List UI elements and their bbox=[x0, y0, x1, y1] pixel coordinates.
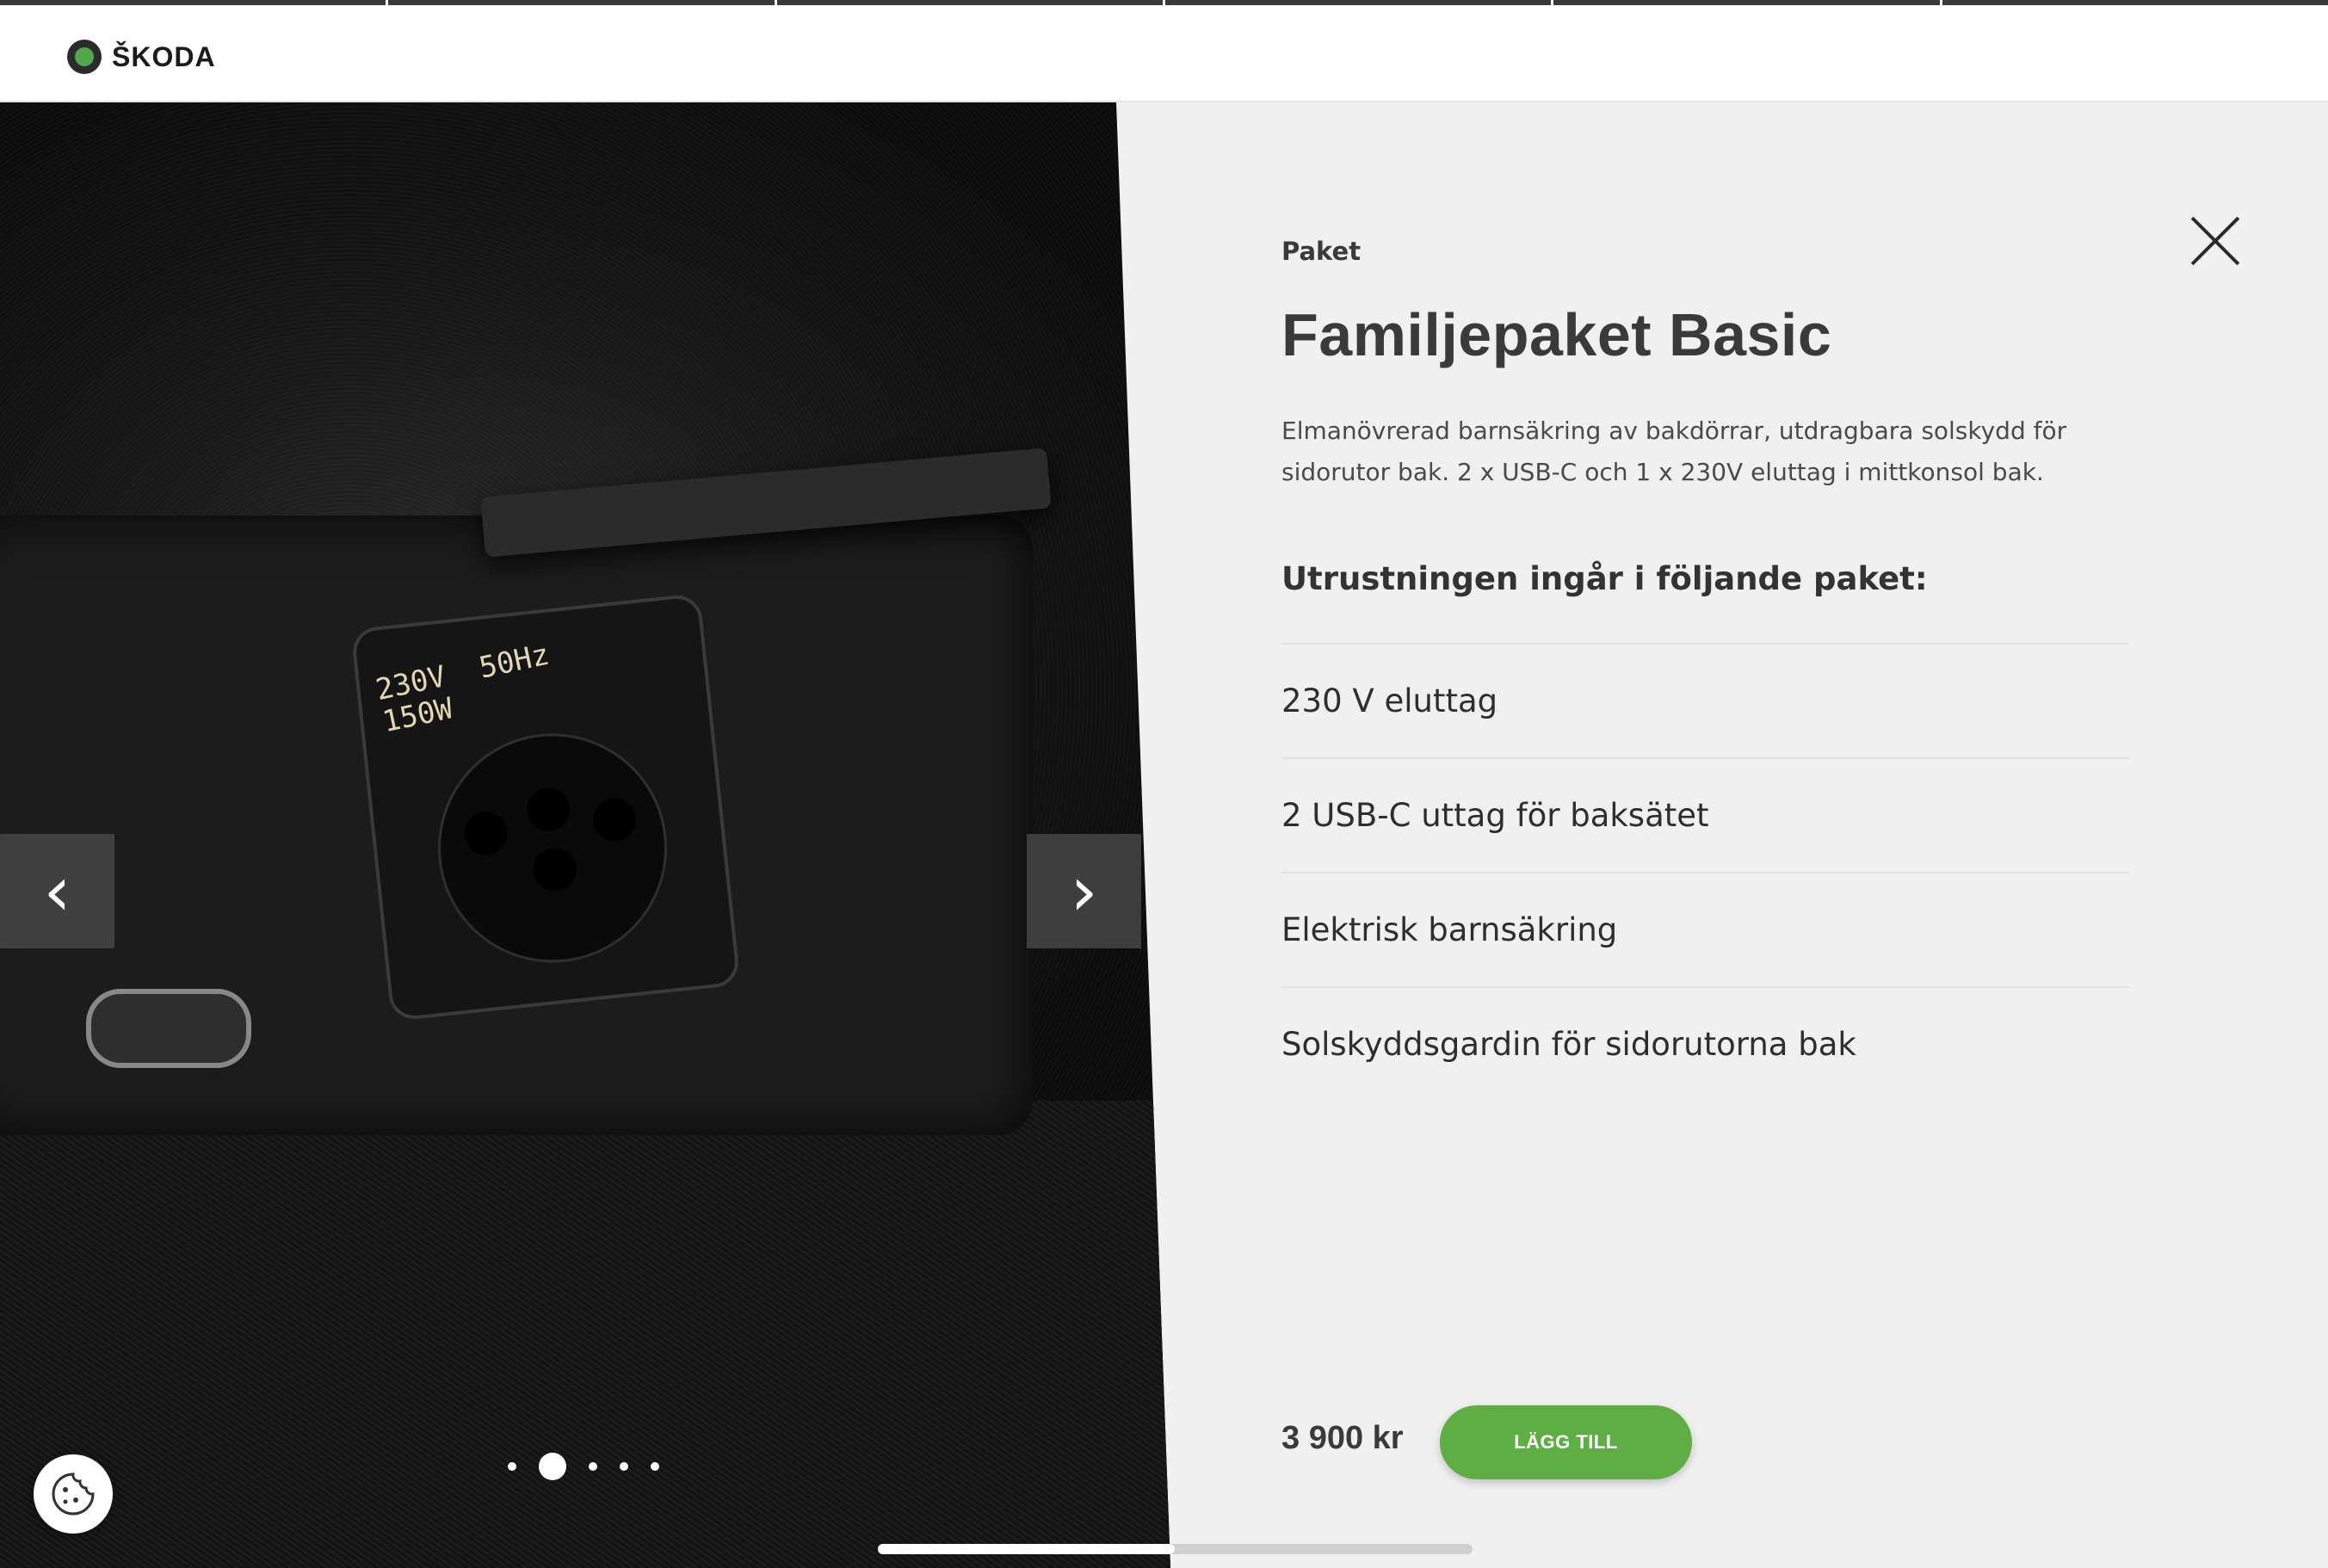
gallery-dot[interactable] bbox=[508, 1462, 516, 1471]
socket-hole bbox=[426, 722, 679, 974]
power-socket: 230V 50Hz 150W bbox=[350, 592, 741, 1022]
package-title: Familjepaket Basic bbox=[1281, 301, 1832, 368]
gallery-prev-button[interactable]: ‹ bbox=[0, 834, 114, 948]
gallery-pagination bbox=[508, 1453, 682, 1480]
list-item: 230 V eluttag bbox=[1281, 643, 2129, 757]
close-icon[interactable] bbox=[2189, 215, 2241, 267]
gallery-next-button[interactable]: › bbox=[1027, 834, 1141, 948]
list-item: Elektrisk barnsäkring bbox=[1281, 872, 2129, 986]
socket-rating-text: 230V 50Hz 150W bbox=[373, 637, 553, 740]
gallery-dot[interactable] bbox=[589, 1462, 597, 1471]
skoda-logo-icon bbox=[67, 40, 102, 74]
gallery-dot-active[interactable] bbox=[539, 1453, 566, 1480]
chevron-right-icon: › bbox=[1070, 851, 1098, 931]
gallery-dot[interactable] bbox=[620, 1462, 628, 1471]
package-description: Elmanövrerad barnsäkring av bakdörrar, u… bbox=[1281, 417, 2067, 486]
list-item: Solskyddsgardin för sidorutorna bak bbox=[1281, 986, 2129, 1101]
list-item: 2 USB-C uttag för baksätet bbox=[1281, 757, 2129, 872]
site-header: ŠKODA bbox=[0, 5, 2328, 102]
usb-c-port bbox=[86, 989, 251, 1068]
gallery-image: 230V 50Hz 150W bbox=[0, 102, 1170, 1568]
cookie-settings-button[interactable] bbox=[34, 1454, 113, 1534]
package-detail-panel: Paket Familjepaket Basic Elmanövrerad ba… bbox=[1281, 102, 2228, 1568]
gallery-dot[interactable] bbox=[651, 1462, 659, 1471]
home-indicator bbox=[878, 1544, 1473, 1554]
included-heading: Utrustningen ingår i följande paket: bbox=[1281, 560, 1928, 597]
package-category: Paket bbox=[1281, 237, 1362, 266]
chevron-left-icon: ‹ bbox=[43, 851, 71, 931]
add-package-button[interactable]: LÄGG TILL bbox=[1440, 1405, 1692, 1479]
package-price: 3 900 kr bbox=[1281, 1420, 1404, 1456]
cookie-icon bbox=[52, 1472, 95, 1516]
skoda-logo[interactable]: ŠKODA bbox=[67, 36, 216, 77]
carpet-texture bbox=[0, 1101, 1170, 1568]
included-items-list: 230 V eluttag 2 USB-C uttag för baksätet… bbox=[1281, 643, 2129, 1101]
brand-name: ŠKODA bbox=[112, 40, 216, 72]
